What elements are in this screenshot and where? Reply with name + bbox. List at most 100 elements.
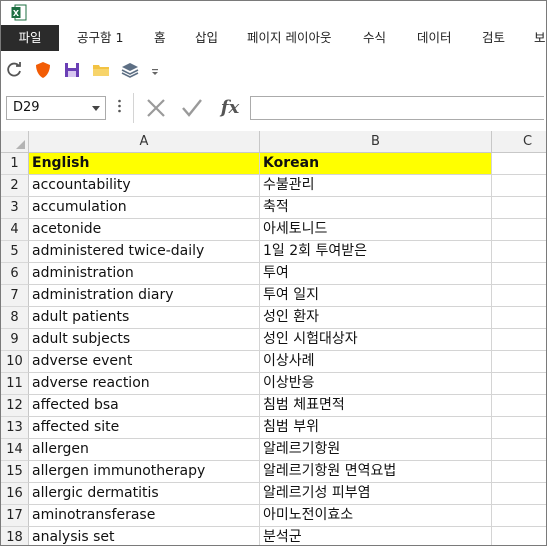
cell-empty[interactable] — [492, 417, 546, 439]
row-header[interactable]: 5 — [1, 241, 29, 263]
cell-korean[interactable]: 아미노전이효소 — [260, 505, 492, 527]
cell-korean[interactable]: 알레르기성 피부염 — [260, 483, 492, 505]
column-header-c[interactable]: C — [492, 131, 546, 153]
cell-korean[interactable]: 알레르기항원 — [260, 439, 492, 461]
tab-insert[interactable]: 삽입 — [195, 25, 218, 51]
enter-check-icon[interactable] — [179, 95, 205, 121]
customize-icon[interactable] — [149, 61, 161, 79]
folder-icon[interactable] — [92, 61, 110, 79]
cell-english[interactable]: allergen immunotherapy — [29, 461, 260, 483]
row-header[interactable]: 11 — [1, 373, 29, 395]
row-header[interactable]: 12 — [1, 395, 29, 417]
cell-english[interactable]: accumulation — [29, 197, 260, 219]
cell-korean[interactable]: 수불관리 — [260, 175, 492, 197]
cell-empty[interactable] — [492, 241, 546, 263]
cell-english[interactable]: accountability — [29, 175, 260, 197]
cell-korean[interactable]: 침범 체표면적 — [260, 395, 492, 417]
row-header[interactable]: 18 — [1, 527, 29, 545]
tab-formulas[interactable]: 수식 — [363, 25, 386, 51]
cell-korean[interactable]: 축적 — [260, 197, 492, 219]
shield-icon[interactable] — [34, 61, 52, 79]
row-header[interactable]: 16 — [1, 483, 29, 505]
row-header[interactable]: 13 — [1, 417, 29, 439]
cell-empty[interactable] — [492, 461, 546, 483]
cell-empty[interactable] — [492, 527, 546, 545]
cell-korean[interactable]: 아세토니드 — [260, 219, 492, 241]
cell-empty[interactable] — [492, 505, 546, 527]
row-header[interactable]: 15 — [1, 461, 29, 483]
cell-empty[interactable] — [492, 395, 546, 417]
row-header[interactable]: 10 — [1, 351, 29, 373]
row-header[interactable]: 9 — [1, 329, 29, 351]
cell-empty[interactable] — [492, 483, 546, 505]
cell-korean[interactable]: 성인 시험대상자 — [260, 329, 492, 351]
cell-empty[interactable] — [492, 307, 546, 329]
cell-english[interactable]: adult subjects — [29, 329, 260, 351]
header-cell-english[interactable]: English — [29, 153, 260, 175]
tab-toolbox[interactable]: 공구함 1 — [77, 25, 123, 51]
row-header[interactable]: 1 — [1, 153, 29, 175]
cell-korean[interactable]: 투여 — [260, 263, 492, 285]
cell-empty[interactable] — [492, 175, 546, 197]
insert-function-button[interactable]: fx — [217, 95, 243, 121]
cell-korean[interactable]: 투여 일지 — [260, 285, 492, 307]
row-header[interactable]: 7 — [1, 285, 29, 307]
cell-english[interactable]: analysis set — [29, 527, 260, 545]
layers-icon[interactable] — [121, 61, 139, 79]
cell-english[interactable]: administered twice-daily — [29, 241, 260, 263]
cell-empty[interactable] — [492, 153, 546, 175]
cell-english[interactable]: affected site — [29, 417, 260, 439]
cell-english[interactable]: allergic dermatitis — [29, 483, 260, 505]
cell-english[interactable]: adult patients — [29, 307, 260, 329]
formula-input[interactable] — [250, 96, 544, 120]
tab-page-layout[interactable]: 페이지 레이아웃 — [247, 25, 331, 51]
tab-file[interactable]: 파일 — [1, 25, 59, 51]
cell-english[interactable]: adverse reaction — [29, 373, 260, 395]
more-options-icon[interactable] — [118, 99, 121, 113]
cell-korean[interactable]: 성인 환자 — [260, 307, 492, 329]
cell-korean[interactable]: 1일 2회 투여받은 — [260, 241, 492, 263]
cell-english[interactable]: administration diary — [29, 285, 260, 307]
header-cell-korean[interactable]: Korean — [260, 153, 492, 175]
row-header[interactable]: 14 — [1, 439, 29, 461]
chevron-down-icon[interactable] — [92, 106, 100, 111]
tab-data[interactable]: 데이터 — [417, 25, 452, 51]
cell-empty[interactable] — [492, 197, 546, 219]
tab-review[interactable]: 검토 — [482, 25, 505, 51]
cell-empty[interactable] — [492, 263, 546, 285]
row-header[interactable]: 2 — [1, 175, 29, 197]
column-header-b[interactable]: B — [260, 131, 492, 153]
cell-korean[interactable]: 침범 부위 — [260, 417, 492, 439]
select-all-corner[interactable] — [1, 131, 29, 153]
cell-empty[interactable] — [492, 373, 546, 395]
cell-korean[interactable]: 분석군 — [260, 527, 492, 545]
row-header[interactable]: 6 — [1, 263, 29, 285]
name-box-value: D29 — [13, 100, 40, 115]
cell-korean[interactable]: 이상사례 — [260, 351, 492, 373]
row-header[interactable]: 17 — [1, 505, 29, 527]
cell-english[interactable]: allergen — [29, 439, 260, 461]
cell-english[interactable]: affected bsa — [29, 395, 260, 417]
refresh-icon[interactable] — [5, 61, 23, 79]
row-header[interactable]: 3 — [1, 197, 29, 219]
row-header[interactable]: 4 — [1, 219, 29, 241]
formula-bar-divider — [133, 93, 134, 123]
cell-empty[interactable] — [492, 329, 546, 351]
cell-empty[interactable] — [492, 285, 546, 307]
row-header[interactable]: 8 — [1, 307, 29, 329]
tab-home[interactable]: 홈 — [154, 25, 166, 51]
save-icon[interactable] — [63, 61, 81, 79]
cell-empty[interactable] — [492, 219, 546, 241]
name-box[interactable]: D29 — [6, 96, 106, 120]
tab-view[interactable]: 보 — [534, 25, 546, 51]
cell-empty[interactable] — [492, 351, 546, 373]
cell-english[interactable]: administration — [29, 263, 260, 285]
cancel-icon[interactable] — [143, 95, 169, 121]
cell-korean[interactable]: 알레르기항원 면역요법 — [260, 461, 492, 483]
cell-korean[interactable]: 이상반응 — [260, 373, 492, 395]
cell-english[interactable]: acetonide — [29, 219, 260, 241]
column-header-a[interactable]: A — [29, 131, 260, 153]
cell-english[interactable]: aminotransferase — [29, 505, 260, 527]
cell-english[interactable]: adverse event — [29, 351, 260, 373]
cell-empty[interactable] — [492, 439, 546, 461]
